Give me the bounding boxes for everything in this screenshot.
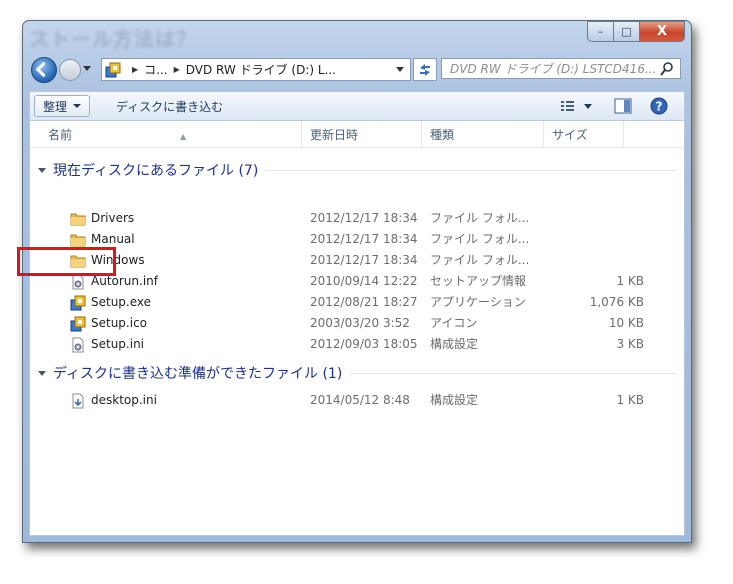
group-header-current-files[interactable]: 現在ディスクにあるファイル (7) <box>38 159 678 181</box>
help-icon: ? <box>650 97 668 115</box>
file-size: 1 KB <box>616 274 644 288</box>
file-date: 2003/03/20 3:52 <box>310 316 410 330</box>
column-date[interactable]: 更新日時 <box>302 121 422 147</box>
file-type: アイコン <box>430 316 478 330</box>
forward-button[interactable] <box>59 59 81 81</box>
list-item[interactable]: Autorun.inf 2010/09/14 12:22 セットアップ情報 1 … <box>30 271 684 292</box>
search-input[interactable]: DVD RW ドライブ (D:) LSTCD416... <box>441 58 681 79</box>
back-button[interactable] <box>31 57 57 83</box>
sort-ascending-icon: ▲ <box>180 132 187 141</box>
list-item[interactable]: desktop.ini 2014/05/12 8:48 構成設定 1 KB <box>30 390 684 411</box>
chevron-right-icon: ▶ <box>173 65 180 74</box>
column-type[interactable]: 種類 <box>422 121 544 147</box>
collapse-icon <box>38 370 46 376</box>
setup-app-icon <box>105 62 121 77</box>
breadcrumb-computer[interactable]: コ... <box>144 61 167 78</box>
close-button[interactable]: X <box>639 21 685 42</box>
file-type: セットアップ情報 <box>430 274 527 288</box>
preview-pane-button[interactable] <box>614 95 634 117</box>
file-date: 2012/08/21 18:27 <box>310 295 418 309</box>
navigation-bar: ▶ コ... ▶ DVD RW ドライブ (D:) L... DVD RW ドラ… <box>23 55 691 83</box>
file-type: ファイル フォル... <box>430 253 530 267</box>
file-type: 構成設定 <box>430 337 479 351</box>
explorer-window: ストール方法は？ – □ X ▶ コ... ▶ DVD RW ドライブ (D:)… <box>22 20 692 543</box>
file-name: desktop.ini <box>91 393 157 407</box>
file-name-cell: Drivers <box>70 208 134 229</box>
column-name-label: 名前 <box>48 128 73 142</box>
view-list-icon <box>561 101 592 111</box>
view-options-button[interactable] <box>560 95 594 117</box>
command-bar: 整理 ディスクに書き込む ? <box>29 91 685 121</box>
file-size <box>552 250 644 271</box>
file-size: 1,076 KB <box>589 295 644 309</box>
recent-pages-dropdown[interactable] <box>83 66 91 71</box>
file-type: ファイル フォル... <box>430 211 530 225</box>
file-size: 1 KB <box>616 393 644 407</box>
folder-icon <box>70 213 86 225</box>
group-header-pending-files[interactable]: ディスクに書き込む準備ができたファイル (1) <box>38 362 678 384</box>
column-size[interactable]: サイズ <box>544 121 624 147</box>
file-size: 3 KB <box>616 337 644 351</box>
search-icon[interactable] <box>659 61 675 77</box>
file-type: アプリケーション <box>430 295 526 309</box>
group-divider <box>350 372 676 374</box>
file-date: 2010/09/14 12:22 <box>310 274 418 288</box>
burn-to-disc-button[interactable]: ディスクに書き込む <box>116 95 223 117</box>
setup-app-icon <box>70 295 86 310</box>
search-placeholder: DVD RW ドライブ (D:) LSTCD416... <box>450 62 657 76</box>
maximize-button[interactable]: □ <box>613 21 639 42</box>
file-name: Setup.ico <box>91 316 148 330</box>
file-date: 2012/12/17 18:34 <box>310 211 418 225</box>
file-date: 2012/12/17 18:34 <box>310 253 418 267</box>
refresh-icon <box>420 63 430 76</box>
list-item[interactable]: Setup.exe 2012/08/21 18:27 アプリケーション 1,07… <box>30 292 684 313</box>
column-name[interactable]: 名前 ▲ <box>40 121 302 147</box>
file-size <box>552 208 644 229</box>
collapse-icon <box>38 167 46 173</box>
list-item[interactable]: Setup.ico 2003/03/20 3:52 アイコン 10 KB <box>30 313 684 334</box>
file-name-cell: Setup.ico <box>70 313 147 334</box>
file-name-cell: Setup.ini <box>70 334 144 355</box>
group-divider <box>266 169 676 171</box>
setup-exe-highlight-box <box>17 247 116 276</box>
chevron-down-icon <box>73 104 82 108</box>
organize-label: 整理 <box>43 99 68 114</box>
svg-text:?: ? <box>656 100 663 114</box>
minimize-button[interactable]: – <box>587 21 613 42</box>
folder-icon <box>70 234 86 246</box>
pending-file-icon <box>72 393 84 408</box>
window-caption-buttons: – □ X <box>587 21 685 42</box>
column-header: 名前 ▲ 更新日時 種類 サイズ <box>30 121 684 148</box>
file-list-pane: 名前 ▲ 更新日時 種類 サイズ 現在ディスクにあるファイル (7) Drive… <box>29 121 685 536</box>
file-date: 2014/05/12 8:48 <box>310 393 410 407</box>
group-label: ディスクに書き込む準備ができたファイル (1) <box>53 366 343 382</box>
file-date: 2012/12/17 18:34 <box>310 232 418 246</box>
organize-button[interactable]: 整理 <box>34 95 91 117</box>
address-bar[interactable]: ▶ コ... ▶ DVD RW ドライブ (D:) L... <box>101 58 411 81</box>
chevron-down-icon[interactable] <box>396 67 404 72</box>
list-item[interactable]: Drivers 2012/12/17 18:34 ファイル フォル... <box>30 208 684 229</box>
setup-app-icon <box>70 316 86 331</box>
settings-file-icon <box>72 337 84 352</box>
file-size <box>552 229 644 250</box>
list-item[interactable]: Setup.ini 2012/09/03 18:05 構成設定 3 KB <box>30 334 684 355</box>
file-date: 2012/09/03 18:05 <box>310 337 418 351</box>
file-size: 10 KB <box>608 316 644 330</box>
file-type: 構成設定 <box>430 393 479 407</box>
breadcrumb-dvd-drive[interactable]: DVD RW ドライブ (D:) L... <box>186 61 336 78</box>
file-name: Setup.exe <box>91 295 152 309</box>
file-name: Setup.ini <box>91 337 145 351</box>
help-button[interactable]: ? <box>650 95 670 117</box>
list-item[interactable]: Windows 2012/12/17 18:34 ファイル フォル... <box>30 250 684 271</box>
preview-pane-icon <box>614 98 632 114</box>
file-name: Drivers <box>91 211 135 225</box>
list-item[interactable]: Manual 2012/12/17 18:34 ファイル フォル... <box>30 229 684 250</box>
file-name-cell: Setup.exe <box>70 292 151 313</box>
refresh-button[interactable] <box>413 58 437 81</box>
chevron-right-icon: ▶ <box>132 65 139 74</box>
file-type: ファイル フォル... <box>430 232 530 246</box>
file-name-cell: desktop.ini <box>70 390 157 411</box>
window-title-blurred: ストール方法は？ <box>29 27 197 51</box>
group-label: 現在ディスクにあるファイル (7) <box>53 163 259 179</box>
